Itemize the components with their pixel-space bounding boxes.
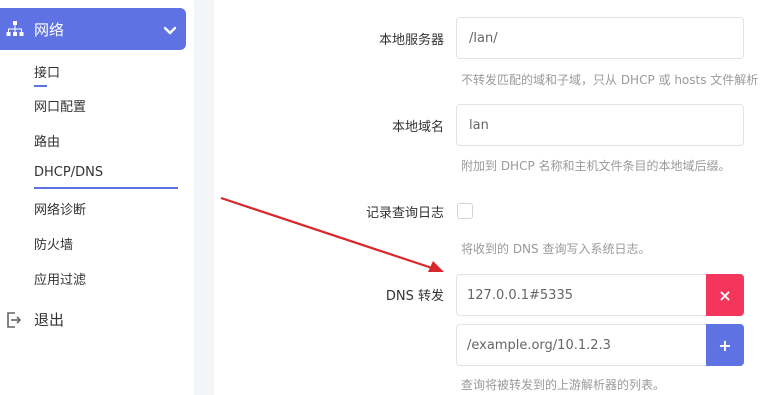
local-domain-input[interactable]: lan xyxy=(456,104,744,146)
dns-forward-new-input[interactable]: /example.org/10.1.2.3 xyxy=(456,324,706,366)
sidebar-divider xyxy=(194,0,214,395)
logout-icon xyxy=(7,312,22,328)
menu-network-label: 网络 xyxy=(34,21,65,39)
menu-network[interactable]: 网络 xyxy=(0,8,186,50)
active-indicator xyxy=(34,85,47,87)
sidebar-item-routes[interactable]: 路由 xyxy=(34,131,60,150)
remove-entry-button[interactable]: × xyxy=(706,274,744,316)
sidebar-item-app-filter[interactable]: 应用过滤 xyxy=(34,269,86,288)
sidebar: 网络 接口 网口配置 路由 DHCP/DNS 网络诊断 防火墙 应用过滤 退出 xyxy=(0,0,194,395)
add-entry-button[interactable]: + xyxy=(706,324,744,366)
dns-forward-new-entry: /example.org/10.1.2.3 + xyxy=(456,324,744,366)
selected-indicator xyxy=(34,187,178,189)
sidebar-item-firewall[interactable]: 防火墙 xyxy=(34,234,73,253)
local-server-label: 本地服务器 xyxy=(378,33,444,48)
log-queries-label: 记录查询日志 xyxy=(365,206,444,221)
sidebar-item-diagnostics[interactable]: 网络诊断 xyxy=(34,199,86,218)
local-domain-label: 本地域名 xyxy=(391,120,444,135)
sidebar-item-dhcp-dns[interactable]: DHCP/DNS xyxy=(34,165,103,180)
log-queries-checkbox[interactable] xyxy=(457,203,473,219)
sidebar-item-port-config[interactable]: 网口配置 xyxy=(34,96,86,115)
logout-label: 退出 xyxy=(34,311,65,329)
dns-forward-label: DNS 转发 xyxy=(385,289,444,304)
dns-forward-entry: 127.0.0.1#5335 × xyxy=(456,274,744,316)
chevron-down-icon xyxy=(163,22,177,35)
local-server-input[interactable]: /lan/ xyxy=(456,17,744,59)
local-server-help: 不转发匹配的域和子域，只从 DHCP 或 hosts 文件解析 xyxy=(461,73,759,87)
dns-forward-help: 查询将被转发到的上游解析器的列表。 xyxy=(461,378,666,392)
local-domain-help: 附加到 DHCP 名称和主机文件条目的本地域后缀。 xyxy=(461,159,731,173)
log-queries-help: 将收到的 DNS 查询写入系统日志。 xyxy=(461,242,651,256)
dns-forward-input[interactable]: 127.0.0.1#5335 xyxy=(456,274,706,316)
sidebar-item-interfaces[interactable]: 接口 xyxy=(34,62,60,81)
network-icon xyxy=(6,21,24,37)
